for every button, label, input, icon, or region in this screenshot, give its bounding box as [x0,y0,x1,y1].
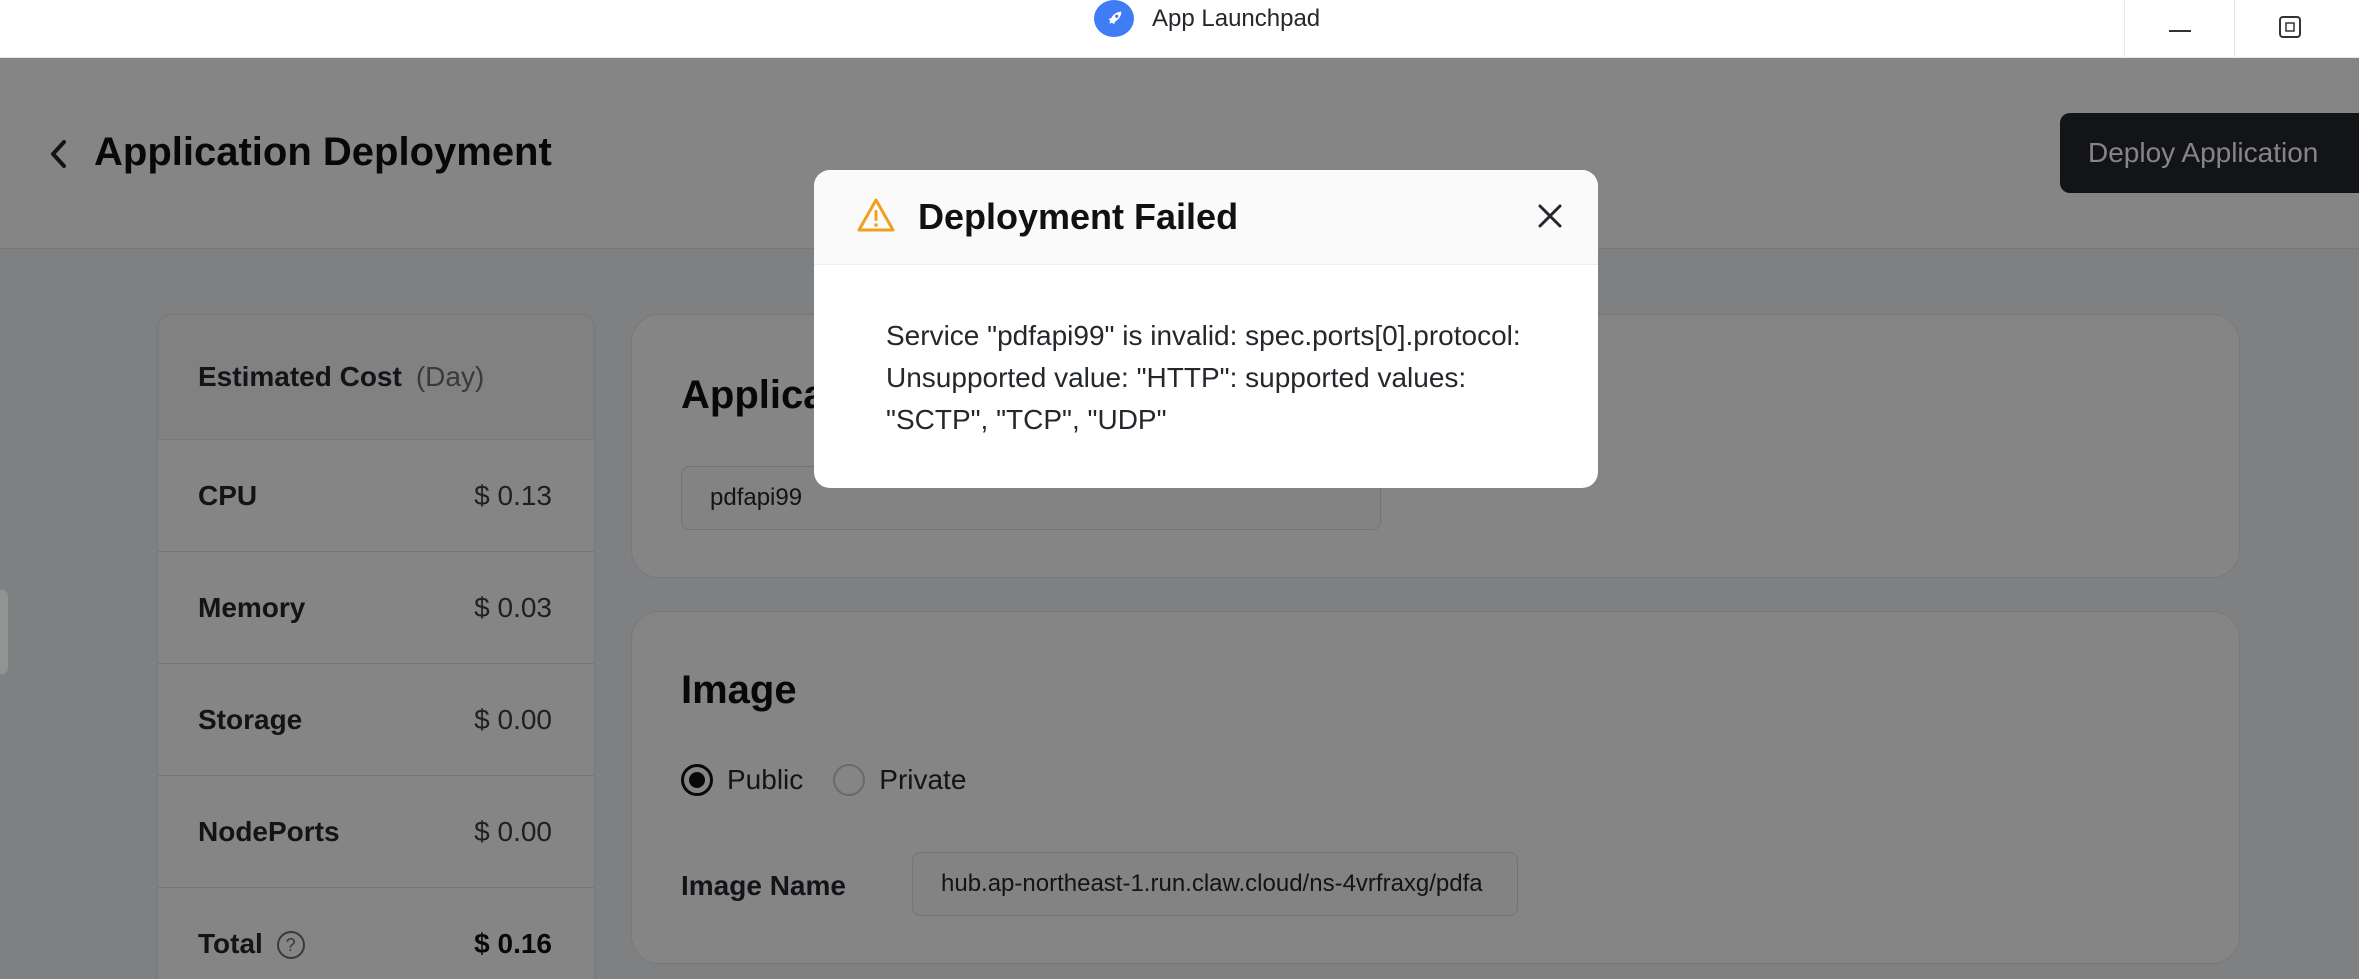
dialog-title: Deployment Failed [918,196,1239,237]
close-icon [1532,204,1568,238]
dialog-close-button[interactable] [1532,198,1568,234]
app-title: App Launchpad [1152,4,1321,32]
minimize-icon [2168,20,2191,38]
rocket-icon [1094,0,1134,37]
title-bar: App Launchpad [0,0,2359,58]
side-drawer-handle[interactable] [0,590,8,674]
maximize-icon [2278,15,2301,43]
deployment-failed-dialog: Deployment Failed Service "pdfapi99" is … [814,170,1598,488]
minimize-button[interactable] [2124,0,2234,58]
maximize-button[interactable] [2234,0,2344,58]
dialog-message: Service "pdfapi99" is invalid: spec.port… [886,320,1521,435]
dialog-header: Deployment Failed [814,170,1598,265]
warning-icon [856,197,896,238]
app-identity: App Launchpad [1094,0,1320,37]
